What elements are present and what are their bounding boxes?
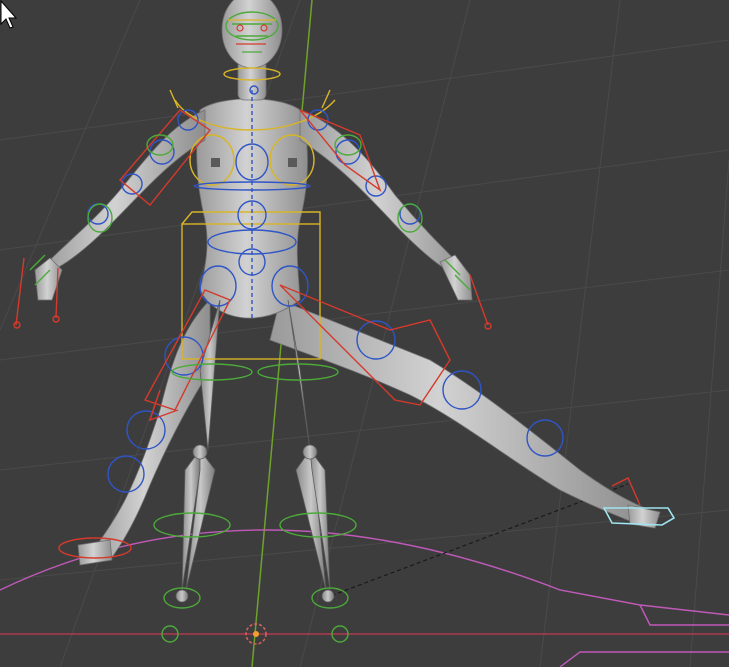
viewport-canvas[interactable] <box>0 0 729 667</box>
arrow-pointer-icon <box>0 0 18 29</box>
3d-viewport[interactable] <box>0 0 729 667</box>
